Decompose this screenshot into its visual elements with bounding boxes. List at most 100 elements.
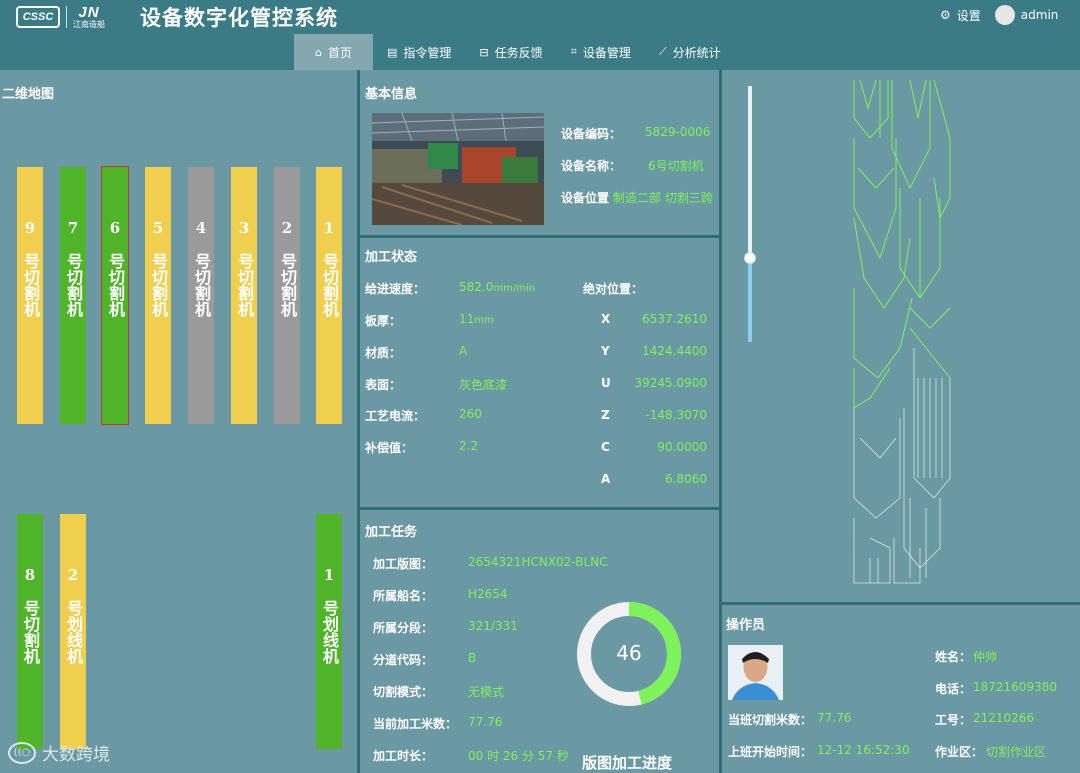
feed-label: 给进速度： bbox=[365, 282, 426, 296]
machine-1-marker[interactable]: 1 号划线机 bbox=[316, 514, 342, 749]
name-label: 设备名称： bbox=[561, 159, 622, 173]
task-row-label: 所属分段： bbox=[373, 621, 434, 635]
machine-number: 7 bbox=[67, 219, 79, 237]
current-label: 工艺电流： bbox=[365, 409, 426, 423]
surface-label: 表面： bbox=[365, 378, 402, 392]
machine-2-cutter[interactable]: 2 号切割机 bbox=[274, 167, 300, 424]
machine-name: 号切割机 bbox=[278, 253, 297, 317]
logo-divider bbox=[66, 5, 67, 28]
nav-task-feedback[interactable]: ⊟ 任务反馈 bbox=[465, 34, 556, 70]
machine-8-cutter[interactable]: 8 号切割机 bbox=[17, 514, 43, 749]
machine-7-cutter[interactable]: 7 号切割机 bbox=[60, 167, 86, 424]
nav-home[interactable]: ⌂ 首页 bbox=[294, 34, 373, 70]
divider bbox=[722, 602, 1080, 605]
task-title: 加工任务 bbox=[365, 525, 418, 540]
cssc-logo: CSSC bbox=[16, 5, 60, 28]
machine-number: 4 bbox=[195, 219, 207, 237]
material-value: A bbox=[459, 344, 468, 358]
task-row-label: 切割模式： bbox=[373, 685, 434, 699]
settings-link[interactable]: 设置 bbox=[957, 7, 981, 24]
home-icon: ⌂ bbox=[315, 45, 322, 59]
watermark-icon: ((○ bbox=[8, 741, 36, 764]
task-row-value: 2654321HCNX02-BLNC bbox=[468, 555, 608, 569]
machine-number: 1 bbox=[323, 566, 335, 584]
machine-number: 8 bbox=[24, 566, 36, 584]
machine-name: 号划线机 bbox=[320, 600, 339, 664]
nav-label: 分析统计 bbox=[672, 45, 721, 60]
nesting-layout-drawing[interactable] bbox=[850, 78, 955, 590]
lock-icon: ⊟ bbox=[479, 45, 489, 59]
nav-equipment[interactable]: ⌗ 设备管理 bbox=[557, 34, 645, 70]
operator-name: 仲帅 bbox=[973, 650, 998, 664]
operator-phone: 18721609380 bbox=[973, 680, 1057, 694]
line-chart-icon: ⟋ bbox=[658, 45, 667, 58]
machine-1-cutter[interactable]: 1 号切割机 bbox=[316, 167, 342, 424]
machine-9-cutter[interactable]: 9 号切割机 bbox=[17, 167, 43, 424]
zoom-slider-fill bbox=[748, 258, 752, 342]
operator-area: 切割作业区 bbox=[986, 745, 1047, 759]
axis-c-value: 90.0000 bbox=[657, 440, 707, 454]
task-row-label: 所属船名： bbox=[373, 589, 434, 603]
company-logo: CSSC JN 江南造船 bbox=[16, 4, 105, 29]
machine-number: 6 bbox=[109, 219, 121, 237]
nav-label: 设备管理 bbox=[582, 45, 631, 60]
machine-number: 1 bbox=[323, 219, 335, 237]
thickness-unit: mm bbox=[474, 315, 494, 326]
nav-label: 首页 bbox=[327, 45, 352, 60]
machine-5-cutter[interactable]: 5 号切割机 bbox=[145, 167, 171, 424]
machine-name: 号切割机 bbox=[21, 600, 40, 664]
watermark-text: 大数跨境 bbox=[42, 745, 110, 765]
header-actions: ⚙ 设置 admin bbox=[940, 5, 1058, 25]
machine-name: 号划线机 bbox=[64, 600, 83, 664]
main-nav: ⌂ 首页 ▤ 指令管理 ⊟ 任务反馈 ⌗ 设备管理 ⟋ 分析统计 bbox=[294, 34, 735, 70]
feed-value: 582.0mm/min bbox=[459, 280, 535, 294]
feed-number: 582.0 bbox=[459, 280, 494, 294]
code-label: 设备编码： bbox=[561, 127, 622, 141]
operator-area-label: 作业区： bbox=[935, 745, 984, 759]
shift-start: 12-12 16:52:30 bbox=[817, 743, 910, 757]
machine-4-cutter[interactable]: 4 号切割机 bbox=[188, 167, 214, 424]
machine-number: 2 bbox=[67, 566, 79, 584]
nav-instructions[interactable]: ▤ 指令管理 bbox=[373, 34, 465, 70]
divider bbox=[719, 70, 722, 773]
task-row-label: 当前加工米数： bbox=[373, 717, 458, 731]
status-title: 加工状态 bbox=[365, 250, 418, 265]
shift-start-label: 上班开始时间： bbox=[728, 745, 813, 759]
app-title: 设备数字化管控系统 bbox=[140, 6, 338, 30]
operator-name-label: 姓名： bbox=[935, 650, 972, 664]
abs-position-label: 绝对位置： bbox=[583, 282, 644, 296]
machine-2-marker[interactable]: 2 号划线机 bbox=[60, 514, 86, 749]
axis-z-value: -148.3070 bbox=[645, 408, 707, 422]
machine-name: 号切割机 bbox=[21, 253, 40, 317]
material-label: 材质： bbox=[365, 346, 402, 360]
user-avatar[interactable] bbox=[994, 5, 1015, 25]
thickness-label: 板厚： bbox=[365, 314, 402, 328]
zoom-slider-handle[interactable] bbox=[744, 252, 756, 264]
progress-label: 版图加工进度 bbox=[582, 754, 673, 772]
machine-name: 号切割机 bbox=[64, 253, 83, 317]
divider bbox=[360, 507, 719, 510]
cut-parts-pending bbox=[853, 348, 951, 584]
jn-logo-text: JN bbox=[78, 4, 100, 21]
equipment-photo bbox=[372, 113, 544, 225]
machine-name: 号切割机 bbox=[192, 253, 211, 317]
axis-y-value: 1424.4400 bbox=[642, 344, 707, 358]
location-label: 设备位置 bbox=[561, 191, 610, 205]
machine-3-cutter[interactable]: 3 号切割机 bbox=[231, 167, 257, 424]
nav-label: 任务反馈 bbox=[494, 45, 543, 60]
task-row-label: 加工时长： bbox=[373, 749, 434, 763]
operator-id-label: 工号： bbox=[935, 713, 972, 727]
jn-logo: JN 江南造船 bbox=[73, 4, 105, 29]
gear-icon[interactable]: ⚙ bbox=[940, 8, 951, 22]
machine-6-cutter[interactable]: 6 号切割机 bbox=[101, 166, 129, 425]
divider bbox=[360, 235, 719, 238]
cut-parts-done bbox=[853, 79, 951, 409]
task-row-value: 77.76 bbox=[468, 715, 503, 729]
operator-photo bbox=[728, 645, 783, 700]
username[interactable]: admin bbox=[1021, 8, 1059, 22]
machine-name: 号切割机 bbox=[106, 253, 125, 317]
nav-analytics[interactable]: ⟋ 分析统计 bbox=[645, 34, 735, 70]
operator-title: 操作员 bbox=[726, 618, 766, 633]
location-value: 制造二部 切割三跨 bbox=[613, 191, 713, 205]
surface-value: 灰色底漆 bbox=[459, 378, 508, 392]
